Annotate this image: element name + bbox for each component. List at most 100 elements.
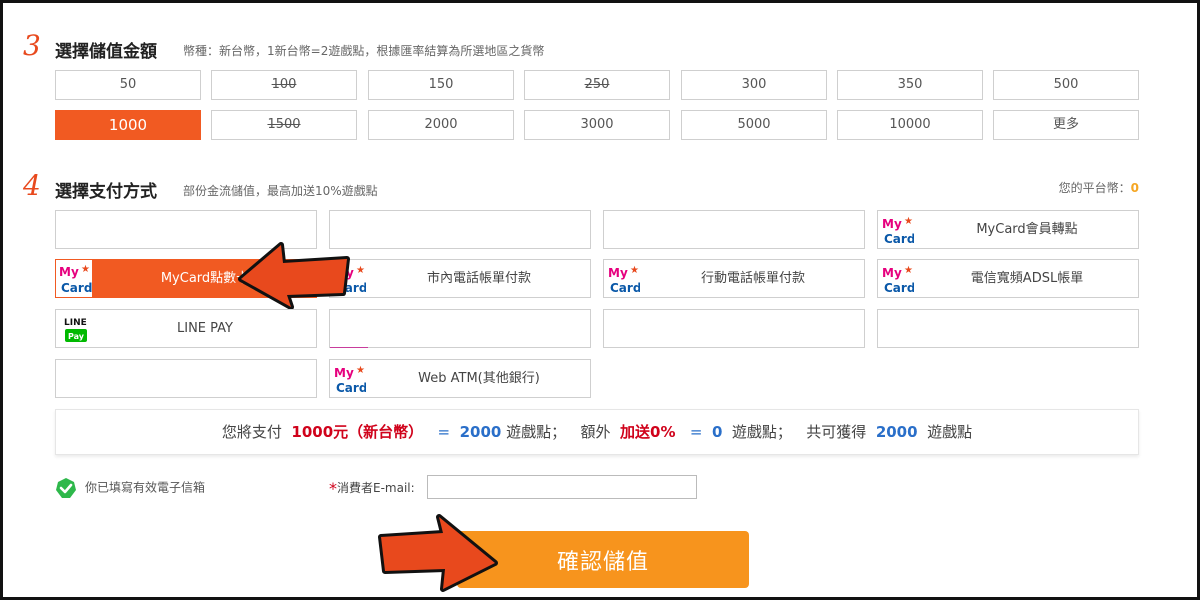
amount-label: 10000 (889, 117, 931, 132)
payment-option-local-phone[interactable]: My Card ★ 市內電話帳單付款 (329, 259, 591, 298)
amount-option[interactable]: 3000 (524, 110, 670, 140)
payment-option-mobile-phone[interactable]: My Card ★ 行動電話帳單付款 (603, 259, 865, 298)
amount-label: 350 (897, 77, 923, 92)
payment-option-blank[interactable] (329, 309, 591, 348)
mycard-logo-icon: My Card ★ (882, 216, 914, 246)
balance-value: 0 (1130, 181, 1139, 195)
svg-text:★: ★ (356, 265, 365, 276)
svg-text:My: My (882, 266, 902, 280)
payment-option-adsl[interactable]: My Card ★ 電信寬頻ADSL帳單 (877, 259, 1139, 298)
amount-label: 1500 (267, 117, 301, 132)
step-3-title: 選擇儲值金額 (55, 42, 157, 62)
email-input[interactable] (427, 475, 697, 499)
mycard-logo-icon: My Card ★ (56, 260, 92, 297)
svg-text:LINE: LINE (64, 318, 87, 328)
amount-option[interactable]: 150 (368, 70, 514, 100)
payment-option-blank[interactable] (877, 309, 1139, 348)
payment-label: MyCard會員轉點 (976, 222, 1078, 237)
amount-option[interactable]: 1500 (211, 110, 357, 140)
summary-amount: 1000元（新台幣） (291, 423, 424, 441)
svg-text:Card: Card (61, 281, 92, 295)
amount-label: 50 (119, 77, 137, 92)
line-pay-logo-icon: LINE Pay (64, 318, 87, 342)
summary-points: 2000 (459, 423, 502, 441)
summary-unit: 遊戲點； (506, 423, 567, 441)
svg-text:★: ★ (904, 216, 913, 227)
amount-option[interactable]: 500 (993, 70, 1139, 100)
email-label-text: 消費者E-mail: (337, 481, 415, 495)
summary-pay-label: 您將支付 (221, 423, 282, 441)
amount-option[interactable]: 更多 (993, 110, 1139, 140)
payment-label: 行動電話帳單付款 (700, 271, 805, 286)
page-frame: 3 選擇儲值金額 幣種：新台幣，1新台幣=2遊戲點，根據匯率結算為所選地區之貨幣… (0, 0, 1200, 600)
mycard-logo-icon: My Card ★ (882, 265, 914, 295)
amount-option[interactable]: 2000 (368, 110, 514, 140)
amount-option[interactable]: 300 (681, 70, 827, 100)
amount-label: 100 (271, 77, 297, 92)
svg-text:Card: Card (884, 281, 914, 295)
step-3-number: 3 (23, 29, 41, 62)
payment-summary: 您將支付 1000元（新台幣） = 2000 遊戲點； 額外 加送0% = 0 … (55, 409, 1139, 455)
summary-unit: 遊戲點 (927, 423, 973, 441)
summary-equals: = (437, 423, 451, 441)
step-4-number: 4 (23, 169, 41, 202)
amount-option[interactable]: 5000 (681, 110, 827, 140)
summary-unit: 遊戲點； (731, 423, 792, 441)
summary-bonus-points: 0 (711, 423, 723, 441)
amount-option[interactable]: 250 (524, 70, 670, 100)
payment-option-blank[interactable] (603, 210, 865, 249)
required-star: * (329, 479, 337, 498)
svg-text:★: ★ (356, 365, 365, 376)
svg-text:My: My (882, 217, 902, 231)
summary-total: 2000 (875, 423, 918, 441)
amount-label: 250 (584, 77, 610, 92)
email-label: *消費者E-mail: (329, 479, 415, 498)
payment-option-web-atm[interactable]: My Card ★ Web ATM(其他銀行) (329, 359, 591, 398)
pointer-arrow-icon (378, 514, 498, 592)
mycard-logo-icon: My Card ★ (334, 365, 366, 395)
svg-text:Card: Card (884, 232, 914, 246)
summary-extra-label: 額外 (580, 423, 611, 441)
balance-label: 您的平台幣： (1058, 181, 1131, 195)
email-valid-status: 你已填寫有效電子信箱 (55, 477, 205, 499)
payment-label: Web ATM(其他銀行) (418, 371, 540, 386)
svg-text:Pay: Pay (68, 332, 85, 341)
svg-text:Card: Card (336, 381, 366, 395)
payment-option-blank[interactable] (55, 359, 317, 398)
amount-label: 3000 (580, 117, 614, 132)
amount-option[interactable]: 50 (55, 70, 201, 100)
amount-label: 300 (741, 77, 767, 92)
payment-option-line-pay[interactable]: LINE Pay LINE PAY (55, 309, 317, 348)
svg-text:Card: Card (610, 281, 640, 295)
currency-note: 幣種：新台幣，1新台幣=2遊戲點，根據匯率結算為所選地區之貨幣 (183, 44, 545, 58)
amount-option[interactable]: 350 (837, 70, 983, 100)
recharge-page: 3 選擇儲值金額 幣種：新台幣，1新台幣=2遊戲點，根據匯率結算為所選地區之貨幣… (3, 3, 1197, 597)
svg-text:My: My (59, 265, 79, 279)
svg-text:My: My (608, 266, 628, 280)
amount-option[interactable]: 1000 (55, 110, 201, 140)
amount-option[interactable]: 100 (211, 70, 357, 100)
amount-label: 5000 (737, 117, 771, 132)
accent-line (330, 347, 368, 348)
platform-balance: 您的平台幣：0 (1059, 179, 1139, 196)
summary-bonus: 加送0% (620, 423, 676, 441)
amount-label: 150 (428, 77, 454, 92)
svg-text:★: ★ (81, 264, 90, 275)
check-circle-icon (56, 478, 76, 498)
payment-option-mycard-points[interactable]: My Card ★ MyCard會員轉點 (877, 210, 1139, 249)
bonus-note: 部份金流儲值，最高加送10%遊戲點 (183, 184, 378, 198)
summary-equals: = (689, 423, 703, 441)
payment-label: 市內電話帳單付款 (426, 271, 531, 286)
amount-label: 1000 (108, 116, 148, 134)
payment-option-blank[interactable] (603, 309, 865, 348)
svg-text:My: My (334, 366, 354, 380)
svg-text:★: ★ (904, 265, 913, 276)
payment-label: 電信寬頻ADSL帳單 (970, 271, 1084, 286)
email-valid-text: 你已填寫有效電子信箱 (85, 480, 206, 495)
amount-option[interactable]: 10000 (837, 110, 983, 140)
pointer-arrow-icon (238, 242, 350, 309)
payment-option-blank[interactable] (329, 210, 591, 249)
step-4-title: 選擇支付方式 (55, 182, 157, 202)
amount-label: 2000 (424, 117, 458, 132)
summary-total-label: 共可獲得 (806, 423, 867, 441)
